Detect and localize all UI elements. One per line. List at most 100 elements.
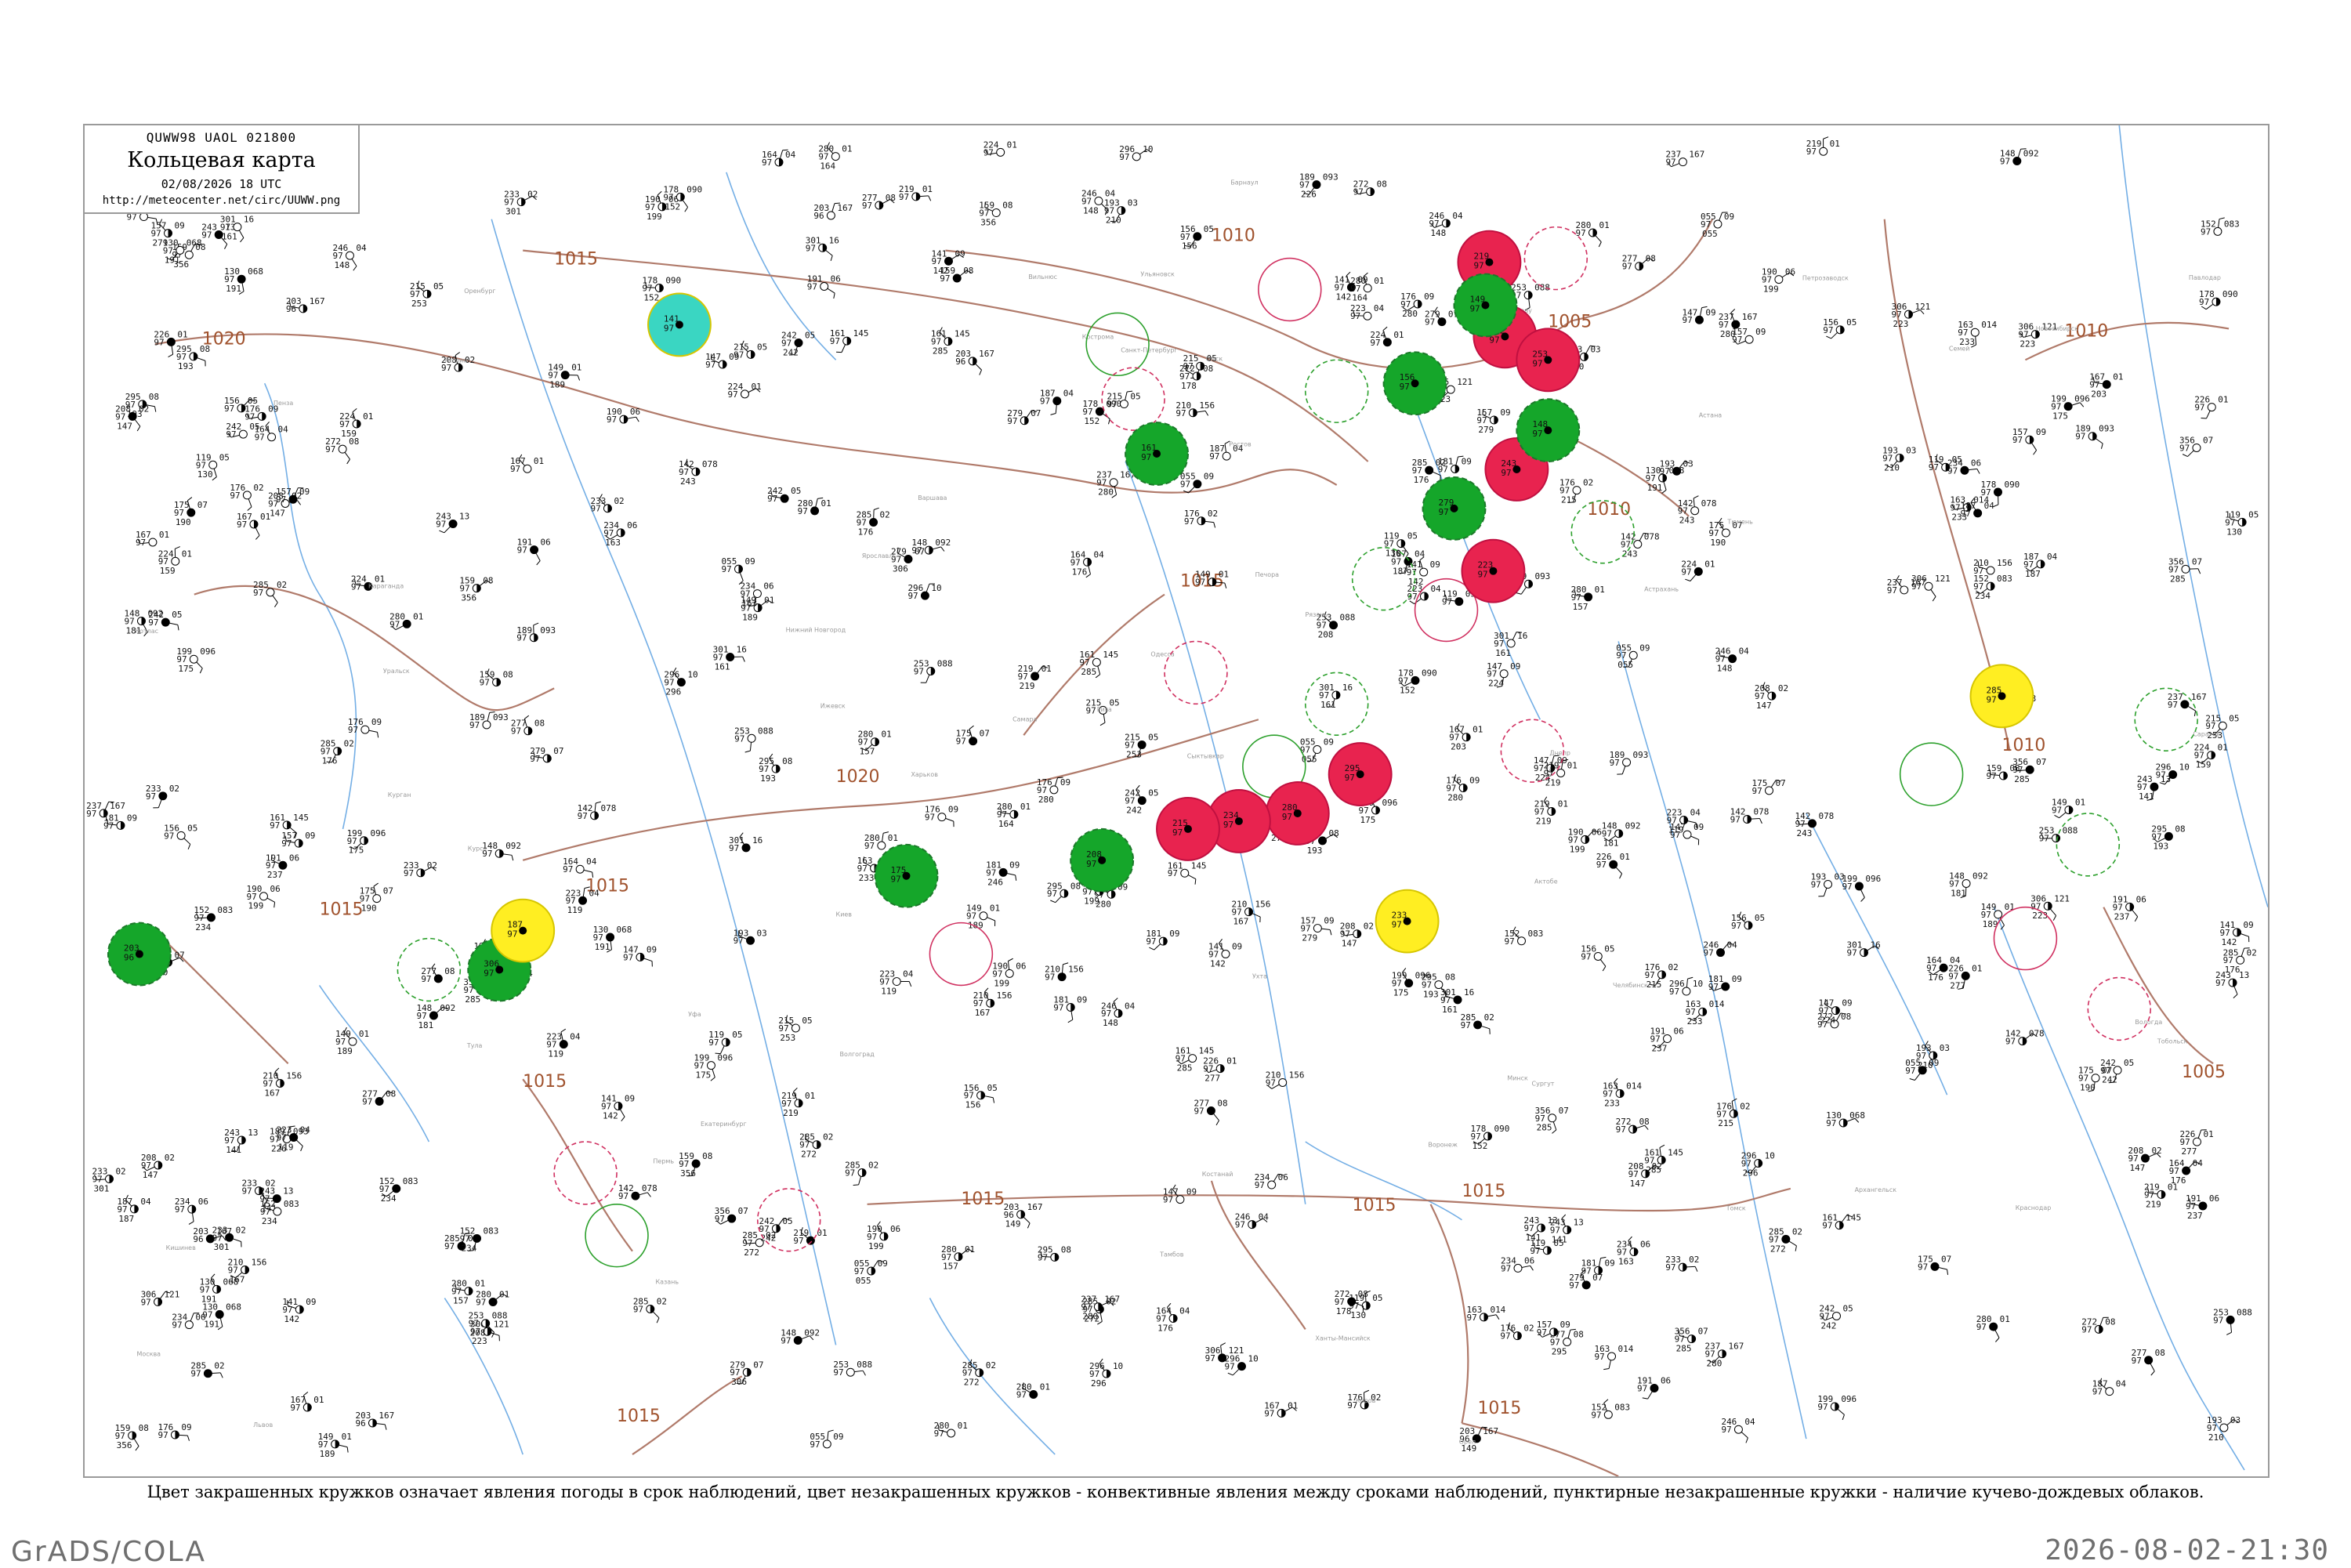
dewpoint-value: 280 bbox=[1082, 1312, 1098, 1322]
visibility-value: 97 bbox=[781, 1335, 791, 1345]
cloud-cover-mark bbox=[158, 1161, 162, 1169]
cloud-cover-mark bbox=[916, 193, 920, 201]
city-name: Астана bbox=[1699, 412, 1722, 419]
cloud-cover-mark bbox=[303, 305, 307, 313]
pressure-value: 01 bbox=[2075, 798, 2085, 808]
wind-barb bbox=[1586, 346, 1590, 353]
city-name: Орел bbox=[1459, 1438, 1476, 1445]
visibility-value: 97 bbox=[2199, 297, 2209, 307]
visibility-value: 97 bbox=[1616, 1124, 1626, 1135]
dewpoint-value: 152 bbox=[643, 292, 659, 302]
convective-ring bbox=[585, 1204, 648, 1267]
visibility-value: 97 bbox=[2179, 443, 2190, 453]
pressure-value: 078 bbox=[601, 803, 617, 813]
dewpoint-value: 285 bbox=[1537, 1123, 1552, 1133]
pressure-value: 145 bbox=[293, 813, 309, 823]
dewpoint-value: 167 bbox=[1233, 917, 1249, 927]
cloud-cover-mark bbox=[458, 364, 462, 371]
pressure-value: 16 bbox=[737, 645, 747, 655]
visibility-value: 97 bbox=[1176, 408, 1186, 418]
dewpoint-value: 159 bbox=[2196, 760, 2212, 770]
wind-barb-flag bbox=[2233, 994, 2237, 998]
pressure-value: 093 bbox=[540, 625, 556, 636]
wind-barb bbox=[1071, 1011, 1073, 1019]
pressure-value: 01 bbox=[177, 329, 187, 339]
dewpoint-value: 191 bbox=[165, 255, 180, 265]
dewpoint-value: 208 bbox=[470, 1328, 486, 1338]
wind-barb-flag bbox=[1842, 1414, 1844, 1420]
visibility-value: 97 bbox=[715, 1214, 725, 1224]
cloud-cover-mark bbox=[2161, 1190, 2165, 1198]
city-name: Тобольск bbox=[2157, 1037, 2188, 1045]
dewpoint-value: 285 bbox=[2170, 574, 2186, 584]
pressure-value: 04 bbox=[903, 969, 914, 980]
visibility-value: 97 bbox=[290, 1403, 300, 1413]
isobar-label: 1015 bbox=[1462, 1182, 1505, 1201]
cloud-cover-mark bbox=[262, 412, 266, 420]
cloud-cover-mark bbox=[1494, 416, 1498, 424]
cloud-cover-mark bbox=[1634, 1248, 1638, 1256]
pressure-value: 096 bbox=[717, 1053, 733, 1063]
wind-barb bbox=[1062, 965, 1063, 973]
dewpoint-value: 152 bbox=[665, 201, 680, 212]
cloud-cover-mark bbox=[2099, 1325, 2103, 1333]
dewpoint-value: 191 bbox=[204, 1319, 219, 1329]
dewpoint-value: 175 bbox=[1393, 988, 1409, 998]
dewpoint-value: 055 bbox=[1617, 660, 1633, 670]
pressure-value: 09 bbox=[127, 813, 137, 823]
wind-barb-flag bbox=[1531, 1266, 1534, 1270]
wind-barb-flag bbox=[378, 732, 379, 737]
visibility-value: 97 bbox=[1581, 1266, 1592, 1276]
pressure-value: 10 bbox=[931, 583, 941, 593]
cb-cloud-ring bbox=[2056, 813, 2119, 876]
wind-barb bbox=[2132, 910, 2138, 917]
pressure-value: 04 bbox=[1374, 303, 1385, 313]
visibility-value: 97 bbox=[1266, 1077, 1276, 1088]
wind-barb-flag bbox=[685, 207, 688, 212]
pressure-value: 10 bbox=[1143, 144, 1153, 154]
cloud-cover-mark bbox=[1567, 1226, 1571, 1234]
city-name: Курган bbox=[388, 791, 411, 798]
dewpoint-value: 208 bbox=[1318, 630, 1334, 640]
pressure-value: 04 bbox=[570, 1032, 581, 1042]
dewpoint-value: 219 bbox=[1020, 681, 1035, 691]
cloud-cover-mark bbox=[1662, 971, 1666, 979]
pressure-value: 01 bbox=[922, 184, 933, 194]
visibility-value: 97 bbox=[1501, 1263, 1511, 1273]
pressure-value: 01 bbox=[958, 1421, 968, 1431]
visibility-value: 97 bbox=[2201, 226, 2211, 237]
pressure-value: 167 bbox=[379, 1410, 394, 1421]
pressure-value: 05 bbox=[1407, 531, 1418, 541]
pressure-value: 06 bbox=[1278, 1172, 1288, 1182]
pressure-value: 09 bbox=[1009, 860, 1020, 870]
wind-barb-flag bbox=[1694, 496, 1698, 498]
pressure-value: 092 bbox=[440, 1003, 455, 1013]
dewpoint-value: 147 bbox=[143, 1170, 158, 1180]
pressure-value: 167 bbox=[1742, 312, 1758, 322]
wind-barb bbox=[2050, 909, 2056, 915]
wind-barb bbox=[1931, 589, 1936, 596]
visibility-value: 97 bbox=[1732, 335, 1742, 345]
pressure-value: 088 bbox=[758, 726, 773, 736]
city-name: Ульяновск bbox=[1140, 271, 1175, 278]
wind-barb-flag bbox=[1228, 1373, 1233, 1375]
visibility-value: 97 bbox=[1467, 1313, 1477, 1323]
cloud-cover-mark bbox=[747, 1368, 751, 1376]
wind-barb bbox=[1100, 1313, 1102, 1322]
wind-barb-flag bbox=[534, 623, 538, 625]
wind-barb bbox=[828, 288, 835, 293]
ring-station-value: 97 bbox=[1532, 429, 1542, 439]
wind-barb bbox=[233, 1239, 241, 1242]
wind-barb-flag bbox=[1050, 900, 1055, 903]
pressure-value: 08 bbox=[483, 576, 493, 586]
wind-barb bbox=[842, 345, 846, 353]
cloud-cover-mark bbox=[1418, 300, 1422, 308]
pressure-value: 09 bbox=[1204, 472, 1214, 482]
pressure-value: 04 bbox=[586, 856, 597, 867]
wind-barb bbox=[1529, 299, 1530, 308]
visibility-value: 97 bbox=[1665, 158, 1675, 168]
pressure-value: 03 bbox=[1940, 1043, 1950, 1053]
visibility-value: 97 bbox=[421, 974, 431, 984]
visibility-value: 97 bbox=[226, 429, 236, 440]
dewpoint-value: 157 bbox=[860, 747, 875, 757]
